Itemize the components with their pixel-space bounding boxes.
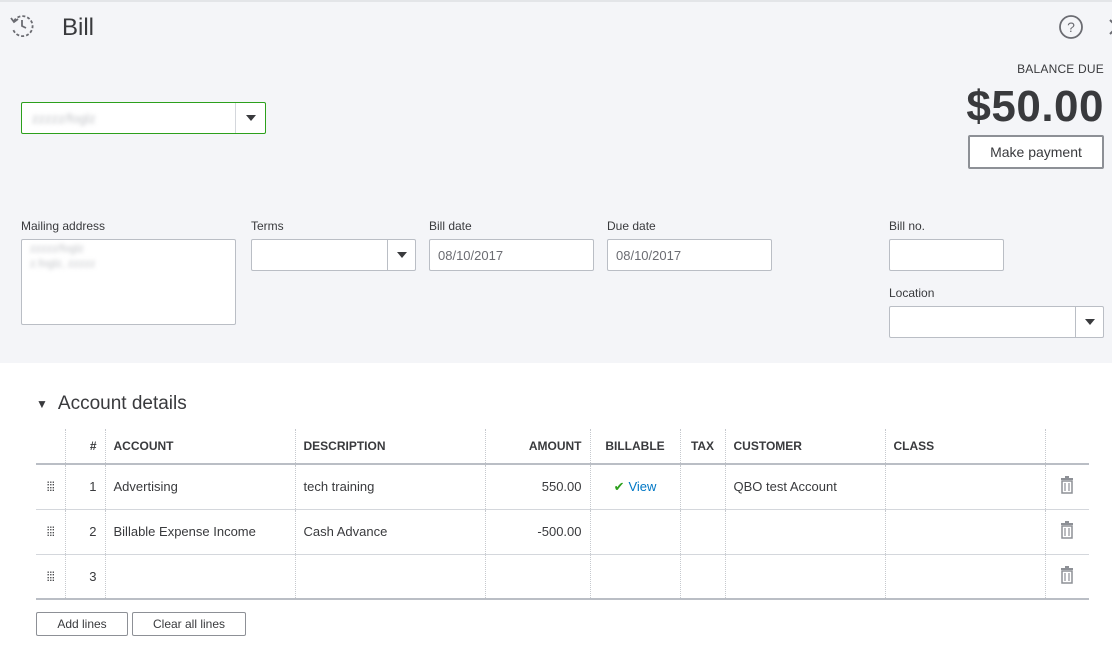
column-header-tax: TAX bbox=[680, 429, 726, 465]
bill-no-label: Bill no. bbox=[889, 219, 926, 233]
class-cell[interactable] bbox=[885, 554, 1046, 600]
class-cell[interactable] bbox=[885, 509, 1046, 555]
description-cell[interactable] bbox=[295, 554, 486, 600]
delete-line-button[interactable] bbox=[1045, 464, 1089, 510]
drag-column-header bbox=[36, 429, 66, 465]
bill-date-value: 08/10/2017 bbox=[438, 248, 504, 263]
vendor-value: zzzzz/foglz bbox=[32, 111, 96, 126]
vendor-select[interactable]: zzzzz/foglz bbox=[21, 102, 266, 134]
delete-line-button[interactable] bbox=[1045, 554, 1089, 600]
table-row[interactable]: ⁞⁞⁞ 1 Advertising tech training 550.00 ✔… bbox=[36, 464, 1089, 510]
amount-cell[interactable] bbox=[485, 554, 591, 600]
table-header-row: # ACCOUNT DESCRIPTION AMOUNT BILLABLE TA… bbox=[36, 429, 1089, 465]
due-date-input[interactable]: 08/10/2017 bbox=[607, 239, 772, 271]
chevron-down-icon[interactable] bbox=[235, 103, 265, 133]
caret-down-icon: ▼ bbox=[36, 397, 48, 411]
due-date-label: Due date bbox=[607, 219, 656, 233]
location-label: Location bbox=[889, 286, 935, 300]
bill-date-label: Bill date bbox=[429, 219, 472, 233]
drag-handle-icon[interactable]: ⁞⁞⁞ bbox=[36, 554, 66, 600]
drag-handle-icon[interactable]: ⁞⁞⁞ bbox=[36, 509, 66, 555]
svg-text:?: ? bbox=[1067, 19, 1075, 35]
table-row[interactable]: ⁞⁞⁞ 2 Billable Expense Income Cash Advan… bbox=[36, 509, 1089, 555]
billable-cell[interactable] bbox=[590, 509, 681, 555]
line-number: 1 bbox=[65, 464, 106, 510]
account-cell[interactable]: Advertising bbox=[105, 464, 296, 510]
tax-cell[interactable] bbox=[680, 554, 726, 600]
location-select[interactable] bbox=[889, 306, 1104, 338]
tax-cell[interactable] bbox=[680, 464, 726, 510]
trash-icon bbox=[1061, 476, 1074, 494]
delete-line-button[interactable] bbox=[1045, 509, 1089, 555]
close-icon[interactable] bbox=[1104, 14, 1112, 40]
bill-no-input[interactable] bbox=[889, 239, 1004, 271]
add-lines-button[interactable]: Add lines bbox=[36, 612, 128, 636]
account-details-table: # ACCOUNT DESCRIPTION AMOUNT BILLABLE TA… bbox=[36, 429, 1089, 600]
account-details-title: Account details bbox=[57, 393, 187, 414]
column-header-class: CLASS bbox=[885, 429, 1046, 465]
account-cell[interactable]: Billable Expense Income bbox=[105, 509, 296, 555]
line-number: 2 bbox=[65, 509, 106, 555]
description-cell[interactable]: tech training bbox=[295, 464, 486, 510]
due-date-value: 08/10/2017 bbox=[616, 248, 682, 263]
column-header-billable: BILLABLE bbox=[590, 429, 681, 465]
billable-cell[interactable] bbox=[590, 554, 681, 600]
trash-icon bbox=[1061, 521, 1074, 539]
trash-icon bbox=[1061, 565, 1074, 584]
column-header-account: ACCOUNT bbox=[105, 429, 296, 465]
customer-cell[interactable] bbox=[725, 509, 886, 555]
column-header-customer: CUSTOMER bbox=[725, 429, 886, 465]
mailing-address-line-2: z.foglz, zzzzz bbox=[30, 258, 96, 270]
chevron-down-icon[interactable] bbox=[1075, 307, 1103, 337]
drag-handle-icon[interactable]: ⁞⁞⁞ bbox=[36, 464, 66, 510]
billable-view-link[interactable]: View bbox=[628, 479, 656, 494]
balance-due-amount: $50.00 bbox=[966, 82, 1104, 131]
class-cell[interactable] bbox=[885, 464, 1046, 510]
help-icon[interactable]: ? bbox=[1058, 14, 1084, 40]
chevron-down-icon[interactable] bbox=[387, 240, 415, 270]
billable-cell[interactable]: ✔ View bbox=[590, 464, 681, 510]
account-cell[interactable] bbox=[105, 554, 296, 600]
mailing-address-label: Mailing address bbox=[21, 219, 106, 233]
page-title: Bill bbox=[62, 14, 95, 41]
amount-cell[interactable]: -500.00 bbox=[485, 509, 591, 555]
terms-label: Terms bbox=[251, 219, 284, 233]
actions-column-header bbox=[1045, 429, 1089, 465]
line-number: 3 bbox=[65, 554, 106, 600]
table-row[interactable]: ⁞⁞⁞ 3 bbox=[36, 554, 1089, 600]
bill-date-input[interactable]: 08/10/2017 bbox=[429, 239, 594, 271]
checkmark-icon: ✔ bbox=[613, 478, 625, 494]
balance-due-label: BALANCE DUE bbox=[1017, 62, 1104, 76]
tax-cell[interactable] bbox=[680, 509, 726, 555]
history-icon[interactable] bbox=[8, 12, 36, 40]
account-details-toggle[interactable]: ▼ Account details bbox=[36, 393, 187, 415]
amount-cell[interactable]: 550.00 bbox=[485, 464, 591, 510]
column-header-description: DESCRIPTION bbox=[295, 429, 486, 465]
mailing-address-line-1: zzzzz/foglz bbox=[30, 243, 84, 255]
terms-select[interactable] bbox=[251, 239, 416, 271]
description-cell[interactable]: Cash Advance bbox=[295, 509, 486, 555]
clear-all-lines-button[interactable]: Clear all lines bbox=[132, 612, 246, 636]
make-payment-button[interactable]: Make payment bbox=[968, 135, 1104, 169]
column-header-number: # bbox=[65, 429, 106, 465]
customer-cell[interactable]: QBO test Account bbox=[725, 464, 886, 510]
customer-cell[interactable] bbox=[725, 554, 886, 600]
column-header-amount: AMOUNT bbox=[485, 429, 591, 465]
mailing-address-field[interactable]: zzzzz/foglz z.foglz, zzzzz bbox=[21, 239, 236, 325]
